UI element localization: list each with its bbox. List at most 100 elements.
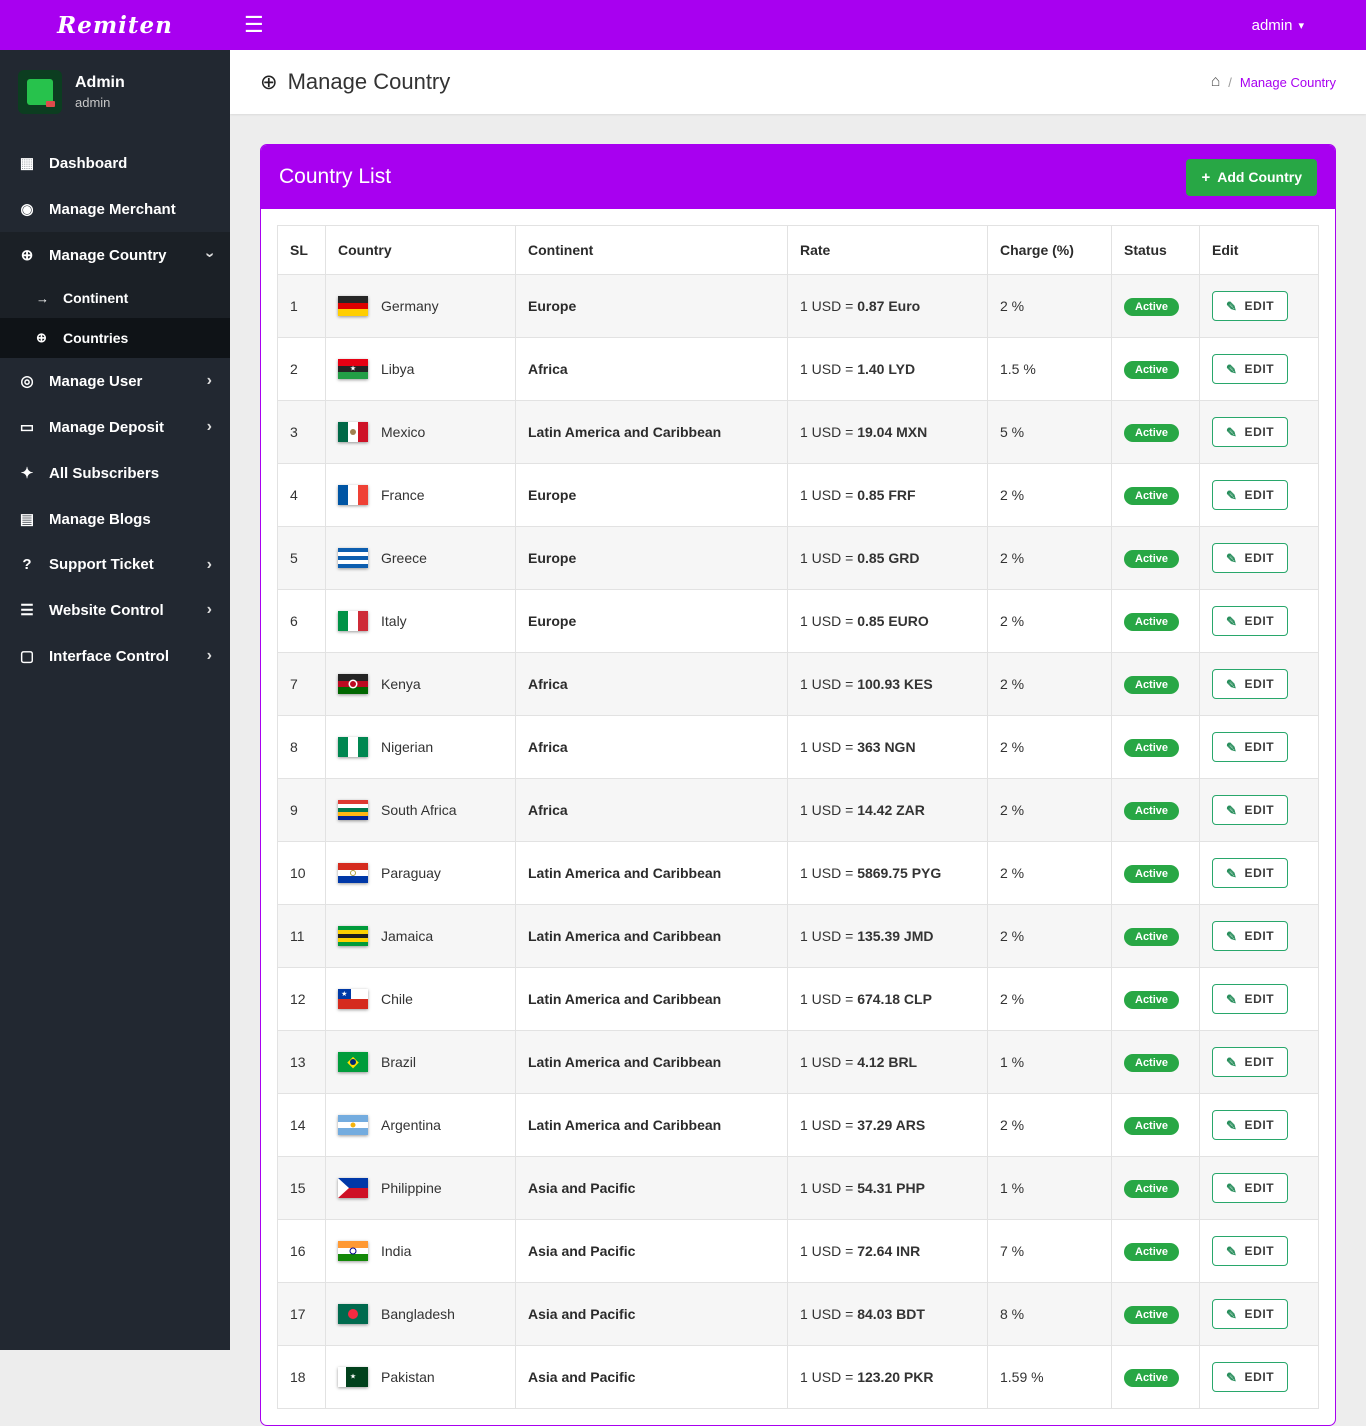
sidebar-nav: ▦ Dashboard ◉ Manage Merchant ⊕ Manage Countr… [0,140,230,679]
edit-button[interactable]: ✎ EDIT [1212,1236,1289,1266]
rate-prefix: 1 USD = [800,613,858,629]
sidebar-item-website-control[interactable]: ☰ Website Control › [0,587,230,633]
continent-cell: Africa [515,652,788,716]
sidebar-item-dashboard[interactable]: ▦ Dashboard [0,140,230,186]
sl-cell: 2 [277,337,326,401]
country-name: Germany [381,298,439,314]
country-flag [338,737,368,757]
edit-button[interactable]: ✎ EDIT [1212,606,1289,636]
column-header: Edit [1199,225,1319,275]
country-cell: Nigerian [325,715,516,779]
sidebar-item-support-ticket[interactable]: ? Support Ticket › [0,542,230,587]
rate-cell: 1 USD = 4.12 BRL [787,1030,988,1094]
edit-button[interactable]: ✎ EDIT [1212,795,1289,825]
sidebar-item-label: Manage Merchant [49,200,176,218]
status-cell: Active [1111,337,1200,401]
rate-cell: 1 USD = 674.18 CLP [787,967,988,1031]
add-country-button[interactable]: + Add Country [1186,158,1317,196]
sidebar-item-label: All Subscribers [49,464,160,482]
country-name: France [381,487,425,503]
country-flag: ★ [338,989,368,1009]
charge-cell: 2 % [987,967,1112,1031]
pencil-icon: ✎ [1226,865,1238,881]
profile-block: Admin admin [0,50,230,140]
hamburger-icon[interactable]: ☰ [244,14,264,36]
admin-dropdown[interactable]: admin ▾ [1252,17,1304,34]
rate-cell: 1 USD = 37.29 ARS [787,1093,988,1157]
status-cell: Active [1111,841,1200,905]
edit-button-label: EDIT [1244,551,1275,565]
sidebar-item-manage-country[interactable]: ⊕ Manage Country › [0,232,230,278]
continent-cell: Africa [515,715,788,779]
country-flag [338,800,368,820]
rate-cell: 1 USD = 72.64 INR [787,1219,988,1283]
edit-button[interactable]: ✎ EDIT [1212,480,1289,510]
breadcrumb-current[interactable]: Manage Country [1240,75,1336,90]
status-cell: Active [1111,967,1200,1031]
charge-cell: 2 % [987,778,1112,842]
edit-button[interactable]: ✎ EDIT [1212,1047,1289,1077]
rate-cell: 1 USD = 84.03 BDT [787,1282,988,1346]
column-header: Country [325,225,516,275]
rate-cell: 1 USD = 123.20 PKR [787,1345,988,1409]
edit-button[interactable]: ✎ EDIT [1212,354,1289,384]
app-logo[interactable]: Remiten [0,12,230,39]
edit-button[interactable]: ✎ EDIT [1212,1299,1289,1329]
edit-button[interactable]: ✎ EDIT [1212,921,1289,951]
status-badge: Active [1124,801,1180,820]
country-cell: ◆ Brazil [325,1030,516,1094]
country-flag: ◆ [338,1052,368,1072]
continent-cell: Latin America and Caribbean [515,1093,788,1157]
sidebar-item-manage-blogs[interactable]: ▤ Manage Blogs [0,496,230,542]
rate-cell: 1 USD = 14.42 ZAR [787,778,988,842]
sl-cell: 1 [277,274,326,338]
sidebar-subitem-countries[interactable]: ⊕ Countries [0,318,230,358]
sidebar-item-manage-deposit[interactable]: ▭ Manage Deposit › [0,404,230,450]
rate-value: 674.18 CLP [857,991,932,1007]
edit-button[interactable]: ✎ EDIT [1212,858,1289,888]
rate-cell: 1 USD = 0.87 Euro [787,274,988,338]
table-row: 11 Jamaica Latin America and Caribbean 1 US… [277,904,1319,968]
profile-name: Admin [75,74,125,91]
edit-button[interactable]: ✎ EDIT [1212,417,1289,447]
sidebar-item-manage-user[interactable]: ◎ Manage User › [0,358,230,404]
edit-button[interactable]: ✎ EDIT [1212,543,1289,573]
edit-button[interactable]: ✎ EDIT [1212,984,1289,1014]
edit-cell: ✎ EDIT [1199,1282,1319,1346]
home-icon[interactable]: ⌂ [1211,73,1221,91]
country-cell: France [325,463,516,527]
sidebar-item-manage-merchant[interactable]: ◉ Manage Merchant [0,186,230,232]
charge-cell: 2 % [987,715,1112,779]
pencil-icon: ✎ [1226,424,1238,440]
edit-button[interactable]: ✎ EDIT [1212,732,1289,762]
sidebar-item-label: Manage Deposit [49,418,165,436]
column-header: SL [277,225,326,275]
column-header: Rate [787,225,988,275]
sidebar-item-all-subscribers[interactable]: ✦ All Subscribers [0,450,230,496]
sidebar-subitem-continent[interactable]: → Continent [0,278,230,318]
charge-cell: 2 % [987,589,1112,653]
continent-cell: Latin America and Caribbean [515,904,788,968]
country-name: Libya [381,361,415,377]
edit-button[interactable]: ✎ EDIT [1212,1110,1289,1140]
status-cell: Active [1111,1030,1200,1094]
table-body: 1 Germany Europe 1 USD = 0.87 Euro 2 % Active… [277,274,1319,1409]
status-badge: Active [1124,990,1180,1009]
desktop-icon: ▢ [19,648,35,665]
status-badge: Active [1124,864,1180,883]
charge-cell: 5 % [987,400,1112,464]
sl-cell: 9 [277,778,326,842]
rate-prefix: 1 USD = [800,676,858,692]
status-cell: Active [1111,1219,1200,1283]
sidebar: Admin admin ▦ Dashboard ◉ Manage Merchant ⊕ M… [0,50,230,1350]
rate-value: 123.20 PKR [857,1369,934,1385]
sidebar-item-interface-control[interactable]: ▢ Interface Control › [0,633,230,679]
rate-prefix: 1 USD = [800,991,858,1007]
edit-button[interactable]: ✎ EDIT [1212,1362,1289,1392]
rate-value: 0.85 EURO [857,613,929,629]
edit-button[interactable]: ✎ EDIT [1212,291,1289,321]
globe-icon: ⊕ [20,247,34,264]
rate-value: 84.03 BDT [857,1306,925,1322]
edit-button[interactable]: ✎ EDIT [1212,669,1289,699]
edit-button[interactable]: ✎ EDIT [1212,1173,1289,1203]
